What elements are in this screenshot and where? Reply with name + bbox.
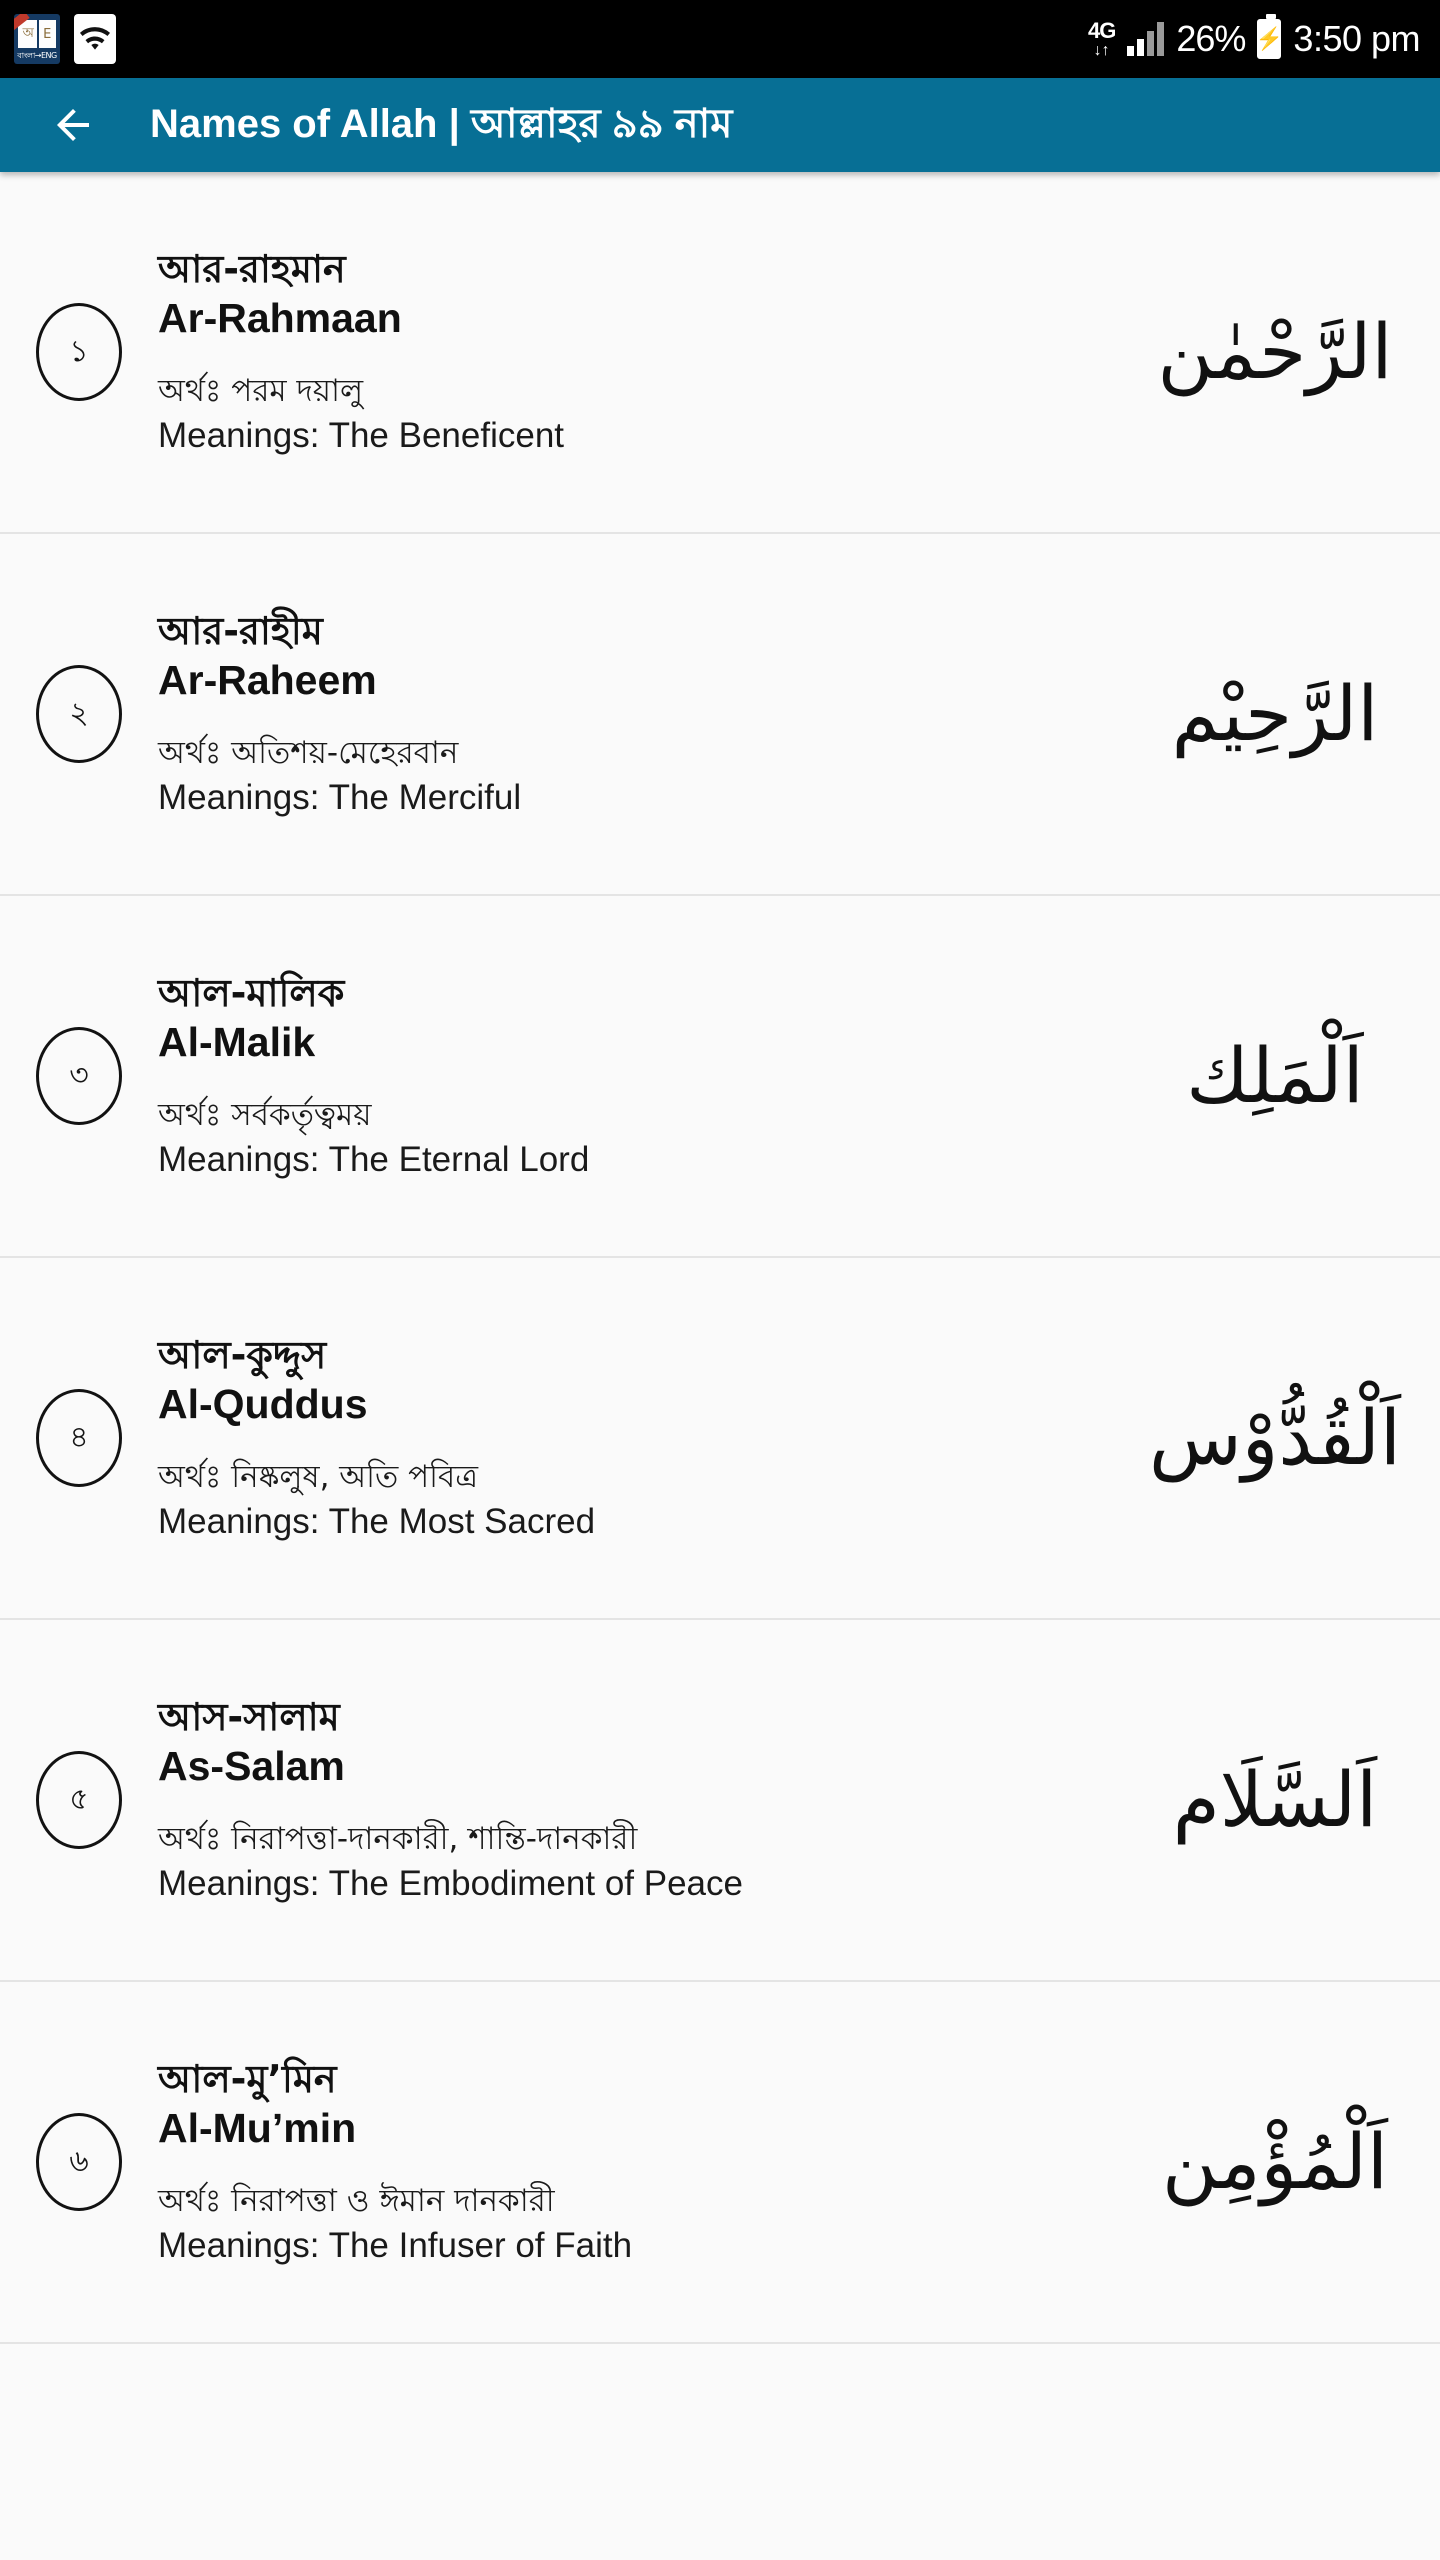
data-transfer-arrows-icon: ↓↑ [1093, 41, 1110, 59]
status-bar-left: অE বাংলা→ENG [14, 14, 116, 64]
arabic-calligraphy: اَلْقُدُّوْس [1148, 1392, 1402, 1482]
name-english: Al-Malik [158, 1018, 316, 1065]
signal-bars-icon [1127, 22, 1165, 56]
row-index: ১ [0, 303, 158, 401]
name-bengali: আর-রাহমান [158, 246, 346, 291]
name-english: Ar-Rahmaan [158, 294, 402, 341]
row-arabic: اَلْقُدُّوْس [1130, 1387, 1440, 1490]
index-badge: ৫ [36, 1751, 122, 1849]
arabic-calligraphy: الرَّحْمٰن [1157, 306, 1393, 396]
name-bengali: আল-মু’মিন [158, 2056, 337, 2101]
network-type-indicator: 4G ↓↑ [1088, 17, 1116, 59]
meaning-bengali: অর্থঃ নিষ্কলুষ, অতি পবিত্র [158, 1458, 479, 1495]
name-bengali: আল-কুদ্দুস [158, 1332, 327, 1377]
row-index: ৬ [0, 2113, 158, 2211]
name-english: As-Salam [158, 1742, 345, 1789]
battery-charging-icon: ⚡ [1256, 14, 1283, 59]
list-item[interactable]: ৫ আস-সালাম As-Salam অর্থঃ নিরাপত্তা-দানকারী… [0, 1620, 1440, 1982]
index-badge: ৪ [36, 1389, 122, 1487]
index-badge: ২ [36, 665, 122, 763]
meaning-english: Meanings: The Embodiment of Peace [158, 1863, 743, 1903]
meaning-english: Meanings: The Most Sacred [158, 1501, 596, 1541]
meaning-english: Meanings: The Infuser of Faith [158, 2225, 633, 2265]
meaning-english: Meanings: The Merciful [158, 777, 522, 817]
meaning-english: Meanings: The Beneficent [158, 415, 565, 455]
status-bar-right: 4G ↓↑ 26% ⚡ 3:50 pm [1088, 14, 1420, 60]
index-badge: ৩ [36, 1027, 122, 1125]
row-text: আর-রাহীম Ar-Raheem অর্থঃ অতিশয়-মেহেরবান Me… [158, 609, 1130, 820]
name-english: Al-Mu’min [158, 2104, 357, 2151]
row-text: আল-মালিক Al-Malik অর্থঃ সর্বকর্তৃত্বময় Mea… [158, 971, 1130, 1182]
dictionary-app-icon: অE বাংলা→ENG [14, 14, 60, 64]
name-bengali: আস-সালাম [158, 1694, 340, 1739]
row-index: ৫ [0, 1751, 158, 1849]
list-item[interactable]: ২ আর-রাহীম Ar-Raheem অর্থঃ অতিশয়-মেহেরবান M… [0, 534, 1440, 896]
list-item[interactable]: ৬ আল-মু’মিন Al-Mu’min অর্থঃ নিরাপত্তা ও ঈমা… [0, 1982, 1440, 2344]
meaning-bengali: অর্থঃ নিরাপত্তা ও ঈমান দানকারী [158, 2182, 555, 2219]
row-arabic: الرَّحْمٰن [1130, 301, 1440, 404]
status-bar: অE বাংলা→ENG 4G ↓↑ 26% ⚡ 3:50 pm [0, 0, 1440, 78]
network-type-label: 4G [1088, 17, 1116, 43]
page-title: Names of Allah | আল্লাহর ৯৯ নাম [150, 101, 733, 146]
row-arabic: اَلْمَلِك [1130, 1025, 1440, 1128]
meaning-bengali: অর্থঃ অতিশয়-মেহেরবান [158, 734, 459, 771]
meaning-english: Meanings: The Eternal Lord [158, 1139, 590, 1179]
list-item[interactable]: ৪ আল-কুদ্দুস Al-Quddus অর্থঃ নিষ্কলুষ, অতি … [0, 1258, 1440, 1620]
app-bar: Names of Allah | আল্লাহর ৯৯ নাম [0, 78, 1440, 172]
row-text: আর-রাহমান Ar-Rahmaan অর্থঃ পরম দয়ালু Meani… [158, 247, 1130, 458]
arabic-calligraphy: الرَّحِيْم [1171, 668, 1379, 758]
arabic-calligraphy: اَلْمَلِك [1186, 1030, 1364, 1120]
name-english: Ar-Raheem [158, 656, 377, 703]
battery-percent-label: 26% [1176, 18, 1246, 59]
back-arrow-icon [57, 109, 89, 141]
index-badge: ১ [36, 303, 122, 401]
meaning-bengali: অর্থঃ পরম দয়ালু [158, 372, 364, 409]
row-arabic: الرَّحِيْم [1130, 663, 1440, 766]
row-arabic: اَلسَّلَام [1130, 1749, 1440, 1852]
row-text: আস-সালাম As-Salam অর্থঃ নিরাপত্তা-দানকারী,… [158, 1695, 1130, 1906]
row-index: ৩ [0, 1027, 158, 1125]
arabic-calligraphy: اَلْمُؤْمِن [1161, 2116, 1389, 2206]
back-button[interactable] [42, 94, 104, 156]
name-bengali: আল-মালিক [158, 970, 345, 1015]
row-arabic: اَلْمُؤْمِن [1130, 2111, 1440, 2214]
index-badge: ৬ [36, 2113, 122, 2211]
row-index: ২ [0, 665, 158, 763]
names-list[interactable]: ১ আর-রাহমান Ar-Rahmaan অর্থঃ পরম দয়ালু Mean… [0, 172, 1440, 2560]
clock-label: 3:50 pm [1293, 18, 1420, 59]
meaning-bengali: অর্থঃ সর্বকর্তৃত্বময় [158, 1096, 372, 1133]
meaning-bengali: অর্থঃ নিরাপত্তা-দানকারী, শান্তি-দানকারী [158, 1820, 638, 1857]
name-bengali: আর-রাহীম [158, 608, 323, 653]
row-text: আল-মু’মিন Al-Mu’min অর্থঃ নিরাপত্তা ও ঈমান… [158, 2057, 1130, 2268]
book-spine [37, 19, 39, 49]
list-item[interactable]: ১ আর-রাহমান Ar-Rahmaan অর্থঃ পরম দয়ালু Mean… [0, 172, 1440, 534]
row-text: আল-কুদ্দুস Al-Quddus অর্থঃ নিষ্কলুষ, অতি প… [158, 1333, 1130, 1544]
row-index: ৪ [0, 1389, 158, 1487]
arabic-calligraphy: اَلسَّلَام [1172, 1754, 1378, 1844]
wifi-icon [74, 14, 116, 64]
list-item[interactable]: ৩ আল-মালিক Al-Malik অর্থঃ সর্বকর্তৃত্বময় Me… [0, 896, 1440, 1258]
name-english: Al-Quddus [158, 1380, 368, 1427]
dictionary-icon-label: বাংলা→ENG [17, 51, 57, 60]
